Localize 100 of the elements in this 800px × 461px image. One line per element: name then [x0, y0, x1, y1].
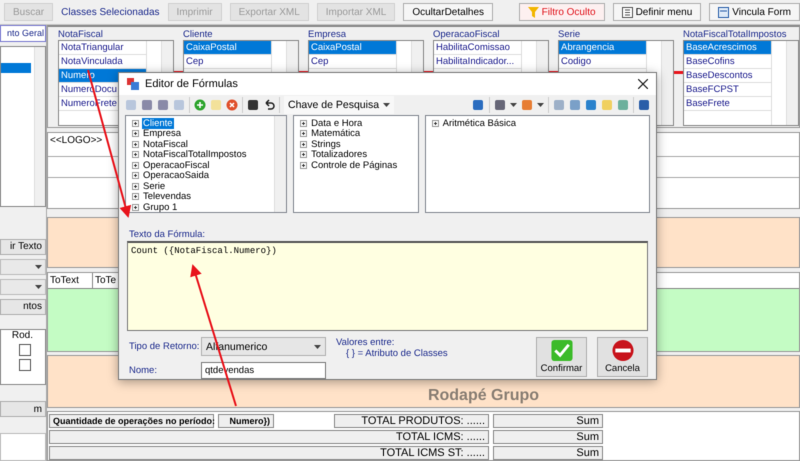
scrollbar[interactable]: [661, 41, 673, 125]
menu-icon: [622, 6, 633, 18]
tree-item[interactable]: Matemática: [310, 128, 362, 140]
class-title: Cliente: [183, 29, 214, 40]
attribute-item[interactable]: BaseDescontos: [684, 69, 772, 83]
tab[interactable]: nto Geral: [0, 25, 46, 42]
list-box[interactable]: [0, 46, 46, 208]
attribute-item[interactable]: Codigo: [559, 55, 646, 69]
expand-icon[interactable]: [300, 120, 308, 127]
formula-label: Texto da Fórmula:: [128, 228, 206, 242]
tree-item[interactable]: Totalizadores: [310, 149, 368, 160]
report-field: Quantidade de operações no período:: [49, 414, 214, 428]
attribute-item[interactable]: BaseCofins: [684, 55, 772, 69]
expand-icon[interactable]: [300, 130, 308, 138]
expand-icon[interactable]: [300, 162, 308, 169]
class-title: Serie: [558, 29, 582, 40]
checkbox[interactable]: [19, 358, 31, 371]
column-field: ToText: [48, 272, 93, 288]
undo-icon[interactable]: [263, 99, 275, 112]
report-field: Sum: [493, 414, 603, 428]
caret-icon: [383, 103, 390, 108]
expand-icon[interactable]: [132, 120, 139, 127]
caret-icon: [537, 103, 544, 108]
tree-item[interactable]: NotaFiscalTotalImpostos: [142, 149, 248, 160]
column-header: Rod.: [12, 330, 34, 341]
text-button[interactable]: ir Texto: [0, 238, 46, 255]
selected-row[interactable]: [1, 62, 31, 73]
expand-icon[interactable]: [300, 151, 308, 158]
attribute-item[interactable]: CaixaPostal: [184, 41, 272, 55]
attribute-item[interactable]: Abrangencia: [559, 41, 646, 55]
attribute-list[interactable]: BaseAcrescimos BaseCofins BaseDescontos BaseFCPST BaseFrete: [683, 40, 799, 126]
confirm-button[interactable]: Confirmar: [536, 337, 587, 377]
expand-icon[interactable]: [132, 193, 139, 200]
tree-item[interactable]: Cliente: [142, 118, 174, 129]
elements-button[interactable]: ntos: [0, 298, 46, 315]
class-title: NotaFiscal: [58, 29, 104, 40]
report-field: Numero}): [218, 414, 274, 428]
caret-icon: [510, 103, 517, 108]
tree-item[interactable]: Controle de Páginas: [310, 160, 398, 171]
scrollbar[interactable]: [34, 46, 45, 206]
attribute-item[interactable]: HabilitaIndicador...: [434, 55, 522, 69]
classes-label: Classes Selecionadas: [61, 6, 160, 18]
name-label: Nome:: [129, 365, 158, 376]
caret-icon: [35, 264, 42, 269]
funnel-icon: [528, 6, 539, 18]
report-field: TOTAL PRODUTOS: ......: [334, 414, 489, 428]
toolbar-button[interactable]: Vincula Form: [709, 3, 800, 21]
attribute-item[interactable]: BaseFCPST: [684, 83, 772, 97]
expand-icon[interactable]: [132, 151, 139, 158]
expand-icon[interactable]: [132, 172, 139, 180]
expand-icon[interactable]: [132, 182, 139, 190]
class-title: Empresa: [308, 29, 348, 40]
form-icon: [718, 6, 730, 18]
attribute-item[interactable]: Cep: [309, 55, 396, 69]
attribute-item[interactable]: NotaVinculada: [59, 55, 146, 69]
expand-icon[interactable]: [300, 140, 308, 148]
tree-item[interactable]: NotaFiscal: [142, 138, 189, 150]
formula-field[interactable]: Count ({NotaFiscal.Numero}): [127, 241, 648, 331]
values-hint: { } = Atributo de Classes: [345, 348, 448, 359]
attribute-item[interactable]: HabilitaComissao: [434, 41, 522, 55]
attribute-item[interactable]: NotaTriangular: [59, 41, 146, 55]
expand-icon[interactable]: [132, 204, 139, 211]
toolbar-button[interactable]: Filtro Oculto: [518, 3, 605, 21]
toolbar-button[interactable]: Definir menu: [612, 3, 702, 21]
tree-item[interactable]: Televendas: [142, 191, 192, 202]
tree-item[interactable]: OperacaoFiscal: [142, 160, 211, 171]
close-icon[interactable]: [638, 79, 648, 90]
toolbar-button[interactable]: OcultarDetalhes: [403, 3, 494, 21]
scrollbar[interactable]: [786, 41, 798, 125]
add-icon[interactable]: [194, 99, 206, 112]
attribute-item[interactable]: CaixaPostal: [309, 41, 396, 55]
expand-icon[interactable]: [132, 162, 139, 169]
tree-item[interactable]: Empresa: [142, 128, 182, 140]
tree-item[interactable]: Strings: [310, 138, 342, 150]
class-title: NotaFiscalTotalImpostos: [683, 29, 788, 40]
side-button[interactable]: m: [0, 401, 46, 418]
tree-item[interactable]: Grupo 1: [142, 202, 178, 212]
expand-icon[interactable]: [432, 120, 439, 127]
scrollbar[interactable]: [274, 116, 286, 212]
tree-item[interactable]: Data e Hora: [310, 118, 364, 129]
tree-item[interactable]: OperacaoSaida: [142, 170, 210, 182]
attribute-item[interactable]: BaseFrete: [684, 97, 772, 111]
tree-item[interactable]: Serie: [142, 180, 166, 192]
attribute-item[interactable]: BaseAcrescimos: [684, 41, 772, 55]
tree-item[interactable]: Aritmética Básica: [442, 118, 518, 129]
cancel-button[interactable]: Cancela: [597, 337, 648, 377]
attribute-item[interactable]: Cep: [184, 55, 272, 69]
logo-field: <<LOGO>>: [48, 133, 112, 148]
delete-icon[interactable]: [226, 99, 238, 112]
search-key-dropdown[interactable]: Chave de Pesquisa: [284, 96, 394, 114]
checkbox[interactable]: [19, 344, 31, 356]
report-field: Sum: [493, 446, 603, 460]
values-label: Valores entre:: [336, 337, 396, 348]
report-field: TOTAL ICMS ST: ......: [49, 446, 489, 460]
app-icon: [127, 78, 139, 90]
expand-icon[interactable]: [132, 140, 139, 148]
class-title: OperacaoFiscal: [433, 29, 501, 40]
expand-icon[interactable]: [132, 130, 139, 138]
report-field: TOTAL ICMS: ......: [49, 430, 489, 444]
checkmark-icon: [550, 339, 574, 362]
